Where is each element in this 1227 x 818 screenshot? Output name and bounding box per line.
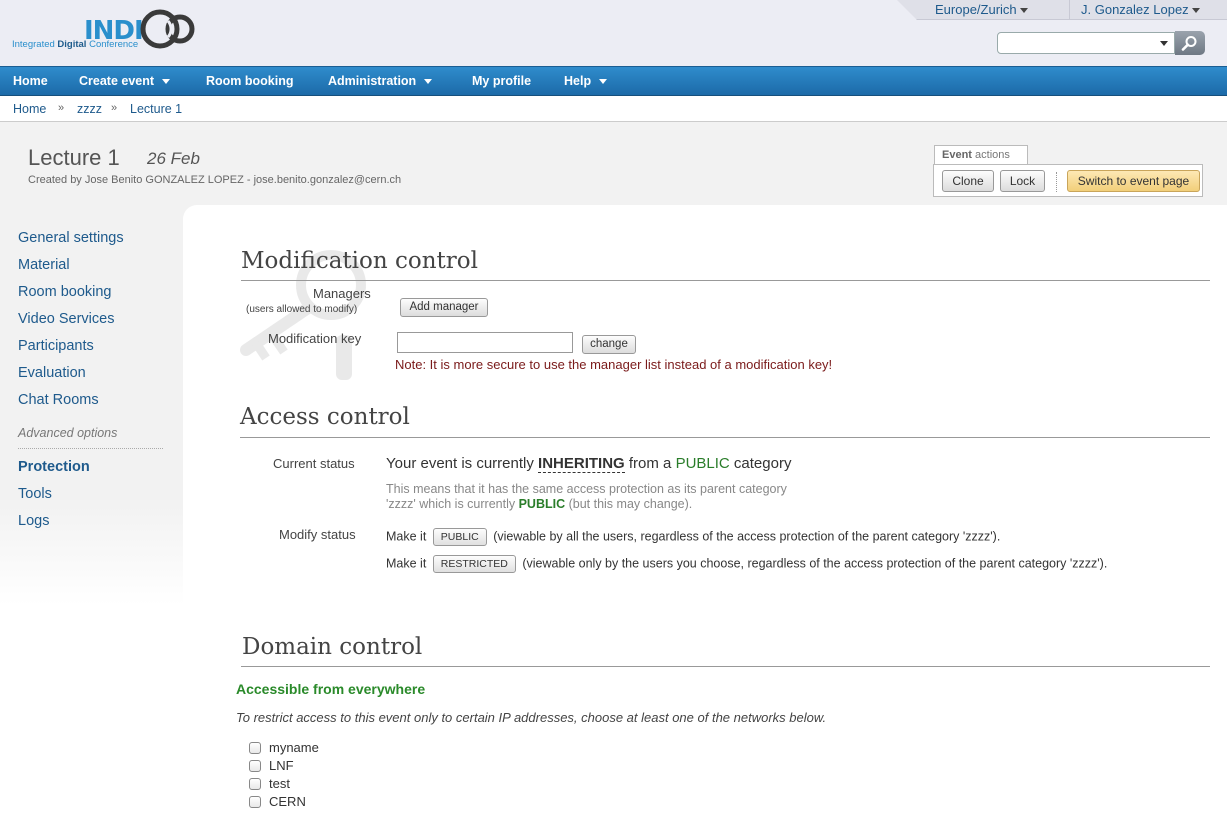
switch-to-event-page-button[interactable]: Switch to event page — [1067, 170, 1200, 192]
event-actions-tab: Event actions — [934, 145, 1028, 165]
timezone-selector[interactable]: Europe/Zurich — [935, 2, 1028, 17]
search-dropdown-icon[interactable] — [1160, 41, 1168, 46]
status-explanation-line-1: This means that it has the same access p… — [386, 482, 787, 496]
event-header: Lecture 1 26 Feb Created by Jose Benito … — [0, 122, 1227, 205]
managers-sublabel: (users allowed to modify) — [246, 304, 358, 315]
divider — [240, 437, 1210, 438]
divider — [241, 280, 1210, 281]
clone-button[interactable]: Clone — [942, 170, 994, 192]
nav-administration[interactable]: Administration — [328, 74, 433, 88]
search-input[interactable] — [997, 32, 1175, 54]
breadcrumb-category[interactable]: zzzz — [77, 102, 102, 116]
make-public-button[interactable]: PUBLIC — [432, 528, 487, 546]
network-checkbox[interactable] — [249, 795, 261, 808]
current-status-text: Your event is currently INHERITING from … — [386, 455, 792, 473]
sidebar-item-tools[interactable]: Tools — [18, 486, 52, 502]
lock-button[interactable]: Lock — [1000, 170, 1045, 192]
domain-control-title: Domain control — [242, 634, 423, 660]
sidebar-advanced-heading: Advanced options — [18, 426, 118, 440]
current-status-label: Current status — [273, 456, 355, 471]
sidebar-item-evaluation[interactable]: Evaluation — [18, 365, 86, 381]
network-checkbox[interactable] — [249, 759, 261, 772]
make-public-row: Make it PUBLIC (viewable by all the user… — [386, 528, 1000, 546]
breadcrumb: Home » zzzz » Lecture 1 — [0, 97, 1227, 122]
user-menu[interactable]: J. Gonzalez Lopez — [1081, 2, 1200, 17]
nav-create-event[interactable]: Create event — [79, 74, 171, 88]
sidebar-item-logs[interactable]: Logs — [18, 513, 49, 529]
network-option[interactable]: test — [249, 776, 290, 791]
make-restricted-button[interactable]: RESTRICTED — [432, 555, 516, 573]
network-option[interactable]: myname — [249, 740, 319, 755]
divider — [1069, 0, 1070, 20]
event-actions-box: Clone Lock Switch to event page — [933, 164, 1203, 197]
inheriting-status[interactable]: INHERITING — [538, 455, 625, 473]
chevron-down-icon — [162, 79, 171, 85]
network-checkbox[interactable] — [249, 777, 261, 790]
breadcrumb-home[interactable]: Home — [13, 102, 46, 116]
network-option[interactable]: LNF — [249, 758, 294, 773]
sidebar-item-general-settings[interactable]: General settings — [18, 230, 124, 246]
sidebar-item-chat-rooms[interactable]: Chat Rooms — [18, 392, 99, 408]
chevron-down-icon — [1019, 8, 1028, 14]
event-date: 26 Feb — [147, 149, 200, 168]
nav-home[interactable]: Home — [13, 74, 48, 88]
modification-key-label: Modification key — [268, 331, 362, 346]
logo-subtitle: Integrated Digital Conference — [12, 39, 139, 50]
event-actions-panel: Event actions Clone Lock Switch to event… — [933, 145, 1203, 197]
modification-control-title: Modification control — [241, 248, 478, 274]
event-title: Lecture 1 — [28, 145, 120, 170]
nav-room-booking[interactable]: Room booking — [206, 74, 294, 88]
search-button[interactable] — [1175, 31, 1205, 55]
change-key-button[interactable]: change — [582, 335, 636, 354]
status-explanation-line-2: 'zzzz' which is currently PUBLIC (but th… — [386, 497, 693, 511]
top-header: INDI Integrated Digital Conference Europ… — [0, 0, 1227, 66]
modify-status-label: Modify status — [279, 527, 356, 542]
modification-key-input[interactable] — [397, 332, 573, 353]
breadcrumb-separator: » — [111, 102, 118, 114]
chevron-down-icon — [424, 79, 433, 85]
modification-key-note: Note: It is more secure to use the manag… — [395, 357, 833, 372]
managers-label: Managers — [313, 286, 371, 301]
event-creator: Created by Jose Benito GONZALEZ LOPEZ - … — [28, 174, 402, 186]
sidebar: General settings Material Room booking V… — [0, 205, 183, 605]
sidebar-item-video-services[interactable]: Video Services — [18, 311, 114, 327]
domain-status: Accessible from everywhere — [236, 681, 426, 697]
sidebar-item-material[interactable]: Material — [18, 257, 70, 273]
sidebar-item-protection[interactable]: Protection — [18, 459, 90, 475]
nav-my-profile[interactable]: My profile — [472, 74, 531, 88]
make-restricted-row: Make it RESTRICTED (viewable only by the… — [386, 555, 1107, 573]
user-bar: Europe/Zurich J. Gonzalez Lopez — [897, 0, 1227, 20]
indico-logo[interactable]: INDI Integrated Digital Conference — [12, 6, 212, 56]
logo-co-mark-icon — [140, 9, 195, 49]
domain-help-text: To restrict access to this event only to… — [236, 710, 827, 725]
nav-help[interactable]: Help — [564, 74, 608, 88]
chevron-down-icon — [1191, 8, 1200, 14]
access-control-title: Access control — [240, 404, 410, 430]
sidebar-item-room-booking[interactable]: Room booking — [18, 284, 112, 300]
breadcrumb-event[interactable]: Lecture 1 — [130, 102, 182, 116]
chevron-down-icon — [599, 79, 608, 85]
main-nav: Home Create event Room booking Administr… — [0, 66, 1227, 96]
divider — [1056, 172, 1057, 192]
add-manager-button[interactable]: Add manager — [400, 298, 488, 317]
network-option[interactable]: CERN — [249, 794, 306, 809]
sidebar-item-participants[interactable]: Participants — [18, 338, 94, 354]
divider — [241, 666, 1210, 667]
breadcrumb-separator: » — [58, 102, 65, 114]
network-checkbox[interactable] — [249, 741, 261, 754]
divider — [18, 448, 163, 449]
search-icon — [1181, 36, 1197, 51]
